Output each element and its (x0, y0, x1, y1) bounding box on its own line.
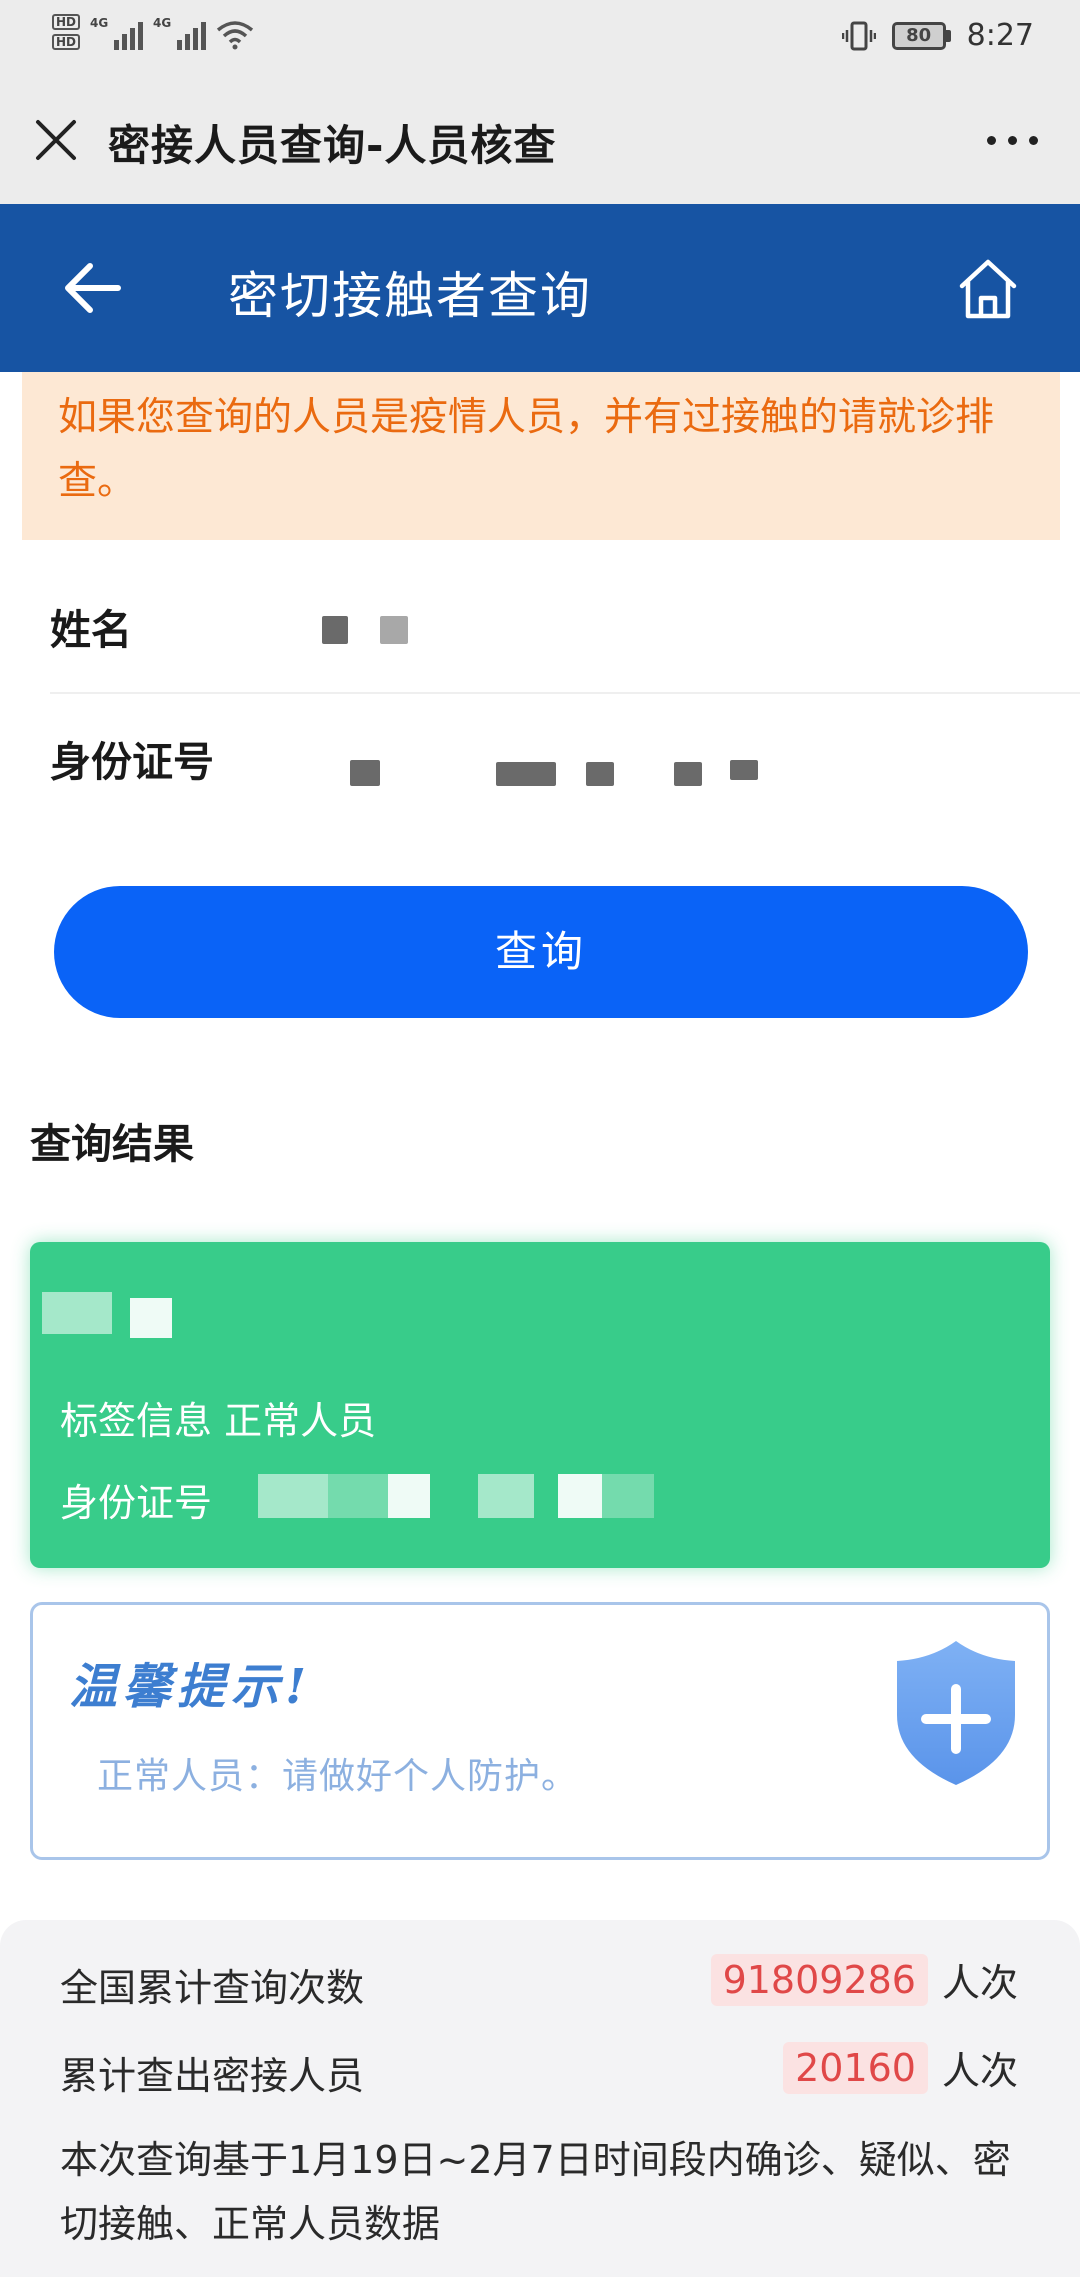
back-arrow-icon[interactable] (62, 260, 124, 316)
contacts-stat: 20160 人次 (783, 2040, 1018, 2095)
form-divider (50, 692, 1080, 694)
redacted-name-block (380, 616, 408, 644)
network-label-2: 4G (153, 16, 172, 30)
title-bar: 密接人员查询-人员核查 (0, 76, 1080, 204)
network-label-1: 4G (90, 16, 109, 30)
result-id-label: 身份证号 (60, 1481, 213, 1525)
wifi-icon (216, 21, 254, 50)
contacts-label: 累计查出密接人员 (60, 2054, 365, 2098)
result-tag-line: 标签信息 正常人员 (60, 1399, 377, 1443)
clock: 8:27 (966, 18, 1034, 53)
query-button[interactable]: 查询 (54, 886, 1028, 1018)
hd-label-1: HD (52, 14, 81, 30)
status-right: 80 8:27 (841, 18, 1034, 53)
redacted-id-block (674, 762, 702, 786)
status-left: HD HD 4G 4G (52, 14, 254, 50)
close-icon[interactable] (30, 114, 82, 166)
battery-icon: 80 (891, 21, 951, 50)
vibrate-icon (841, 21, 876, 50)
more-icon[interactable] (987, 136, 1038, 145)
data-range-note: 本次查询基于1月19日~2月7日时间段内确诊、疑似、密切接触、正常人员数据 (60, 2138, 1011, 2246)
signal-icon-2: 4G (153, 16, 207, 50)
result-card: 标签信息 正常人员 身份证号 (30, 1242, 1050, 1568)
warning-banner: 如果您查询的人员是疫情人员，并有过接触的请就诊排查。 (22, 372, 1060, 540)
status-bar: HD HD 4G 4G 80 8:27 (0, 0, 1080, 76)
shield-plus-icon (897, 1641, 1015, 1785)
total-query-label: 全国累计查询次数 (60, 1966, 365, 2010)
page-header: 密切接触者查询 (0, 204, 1080, 372)
name-label: 姓名 (50, 606, 132, 654)
redacted-id-block (350, 760, 380, 786)
tips-title: 温馨提示! (69, 1659, 313, 1715)
id-number-input[interactable] (300, 720, 1040, 830)
tips-text: 正常人员：请做好个人防护。 (97, 1756, 579, 1797)
signal-icon-1: 4G (90, 16, 144, 50)
hd-label-2: HD (52, 34, 81, 50)
redacted-id-block (496, 762, 556, 786)
hd-indicator: HD HD (52, 14, 81, 50)
redacted-name-block (322, 616, 348, 644)
id-number-label: 身份证号 (50, 738, 214, 786)
result-section-title: 查询结果 (30, 1120, 194, 1168)
redacted-id-block (586, 762, 614, 786)
tips-card: 温馨提示! 正常人员：请做好个人防护。 (30, 1602, 1050, 1860)
total-query-stat: 91809286 人次 (710, 1952, 1018, 2007)
redacted-id-block (730, 760, 758, 780)
total-query-unit: 人次 (941, 1961, 1018, 2005)
contacts-value: 20160 (783, 2041, 928, 2094)
window-title: 密接人员查询-人员核查 (108, 121, 557, 170)
total-query-value: 91809286 (710, 1953, 928, 2006)
page-title: 密切接触者查询 (228, 267, 592, 325)
contacts-unit: 人次 (941, 2049, 1018, 2093)
battery-level: 80 (891, 21, 946, 50)
name-input[interactable] (300, 590, 1040, 670)
home-icon[interactable] (958, 258, 1018, 320)
